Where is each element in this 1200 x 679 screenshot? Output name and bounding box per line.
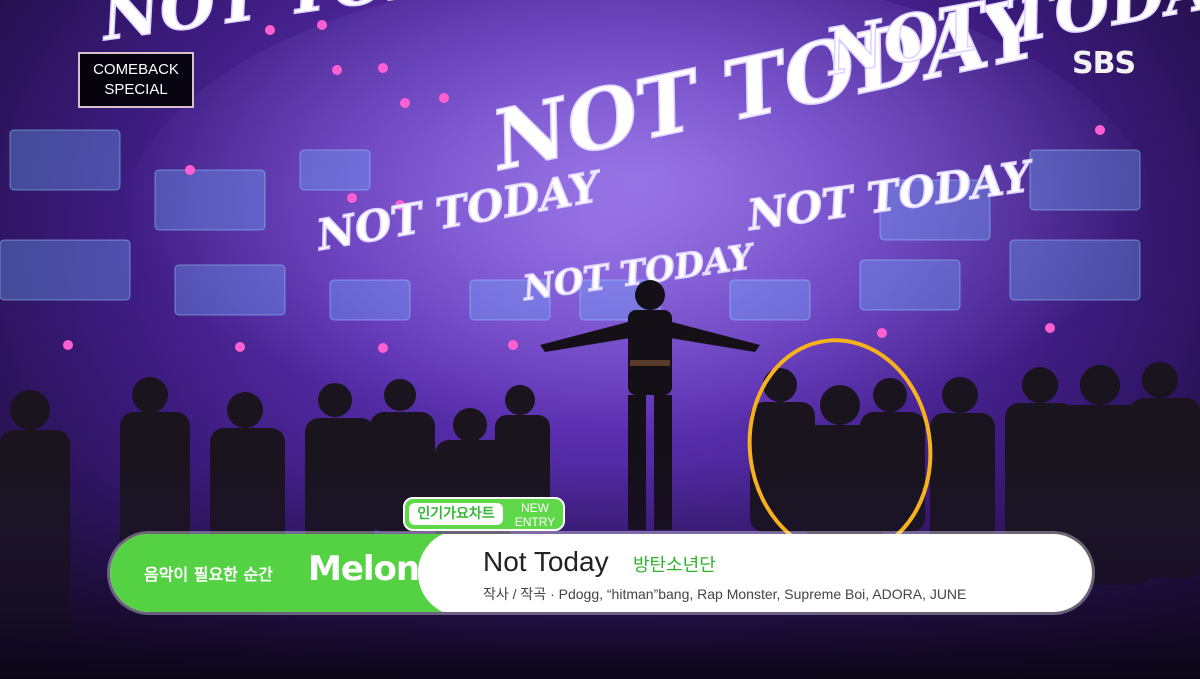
new-label: NEW bbox=[521, 501, 549, 515]
badge-line2: SPECIAL bbox=[104, 81, 168, 98]
comeback-special-badge: COMEBACK SPECIAL bbox=[78, 52, 194, 108]
melon-tagline: 음악이 필요한 순간 bbox=[144, 565, 273, 584]
stage-scene: NOT TODAY NOT TODAY NOT TODAY NOT TODAY … bbox=[0, 0, 1200, 679]
song-lower-third: 음악이 필요한 순간 Melon Not Today 방탄소년단 작사 / 작곡… bbox=[110, 534, 1092, 612]
melon-logo: Melon bbox=[308, 549, 420, 589]
chart-name: 인기가요차트 bbox=[409, 503, 503, 525]
chart-tag: 인기가요차트 NEW ENTRY bbox=[403, 497, 565, 531]
artist-name: 방탄소년단 bbox=[633, 555, 716, 576]
song-title: Not Today bbox=[483, 546, 609, 577]
new-entry-label: NEW ENTRY bbox=[505, 499, 565, 529]
song-credits: 작사 / 작곡 · Pdogg, “hitman”bang, Rap Monst… bbox=[483, 586, 967, 602]
sbs-logo: SBS bbox=[1072, 46, 1136, 81]
entry-label: ENTRY bbox=[514, 515, 556, 529]
badge-line1: COMEBACK bbox=[93, 61, 179, 78]
